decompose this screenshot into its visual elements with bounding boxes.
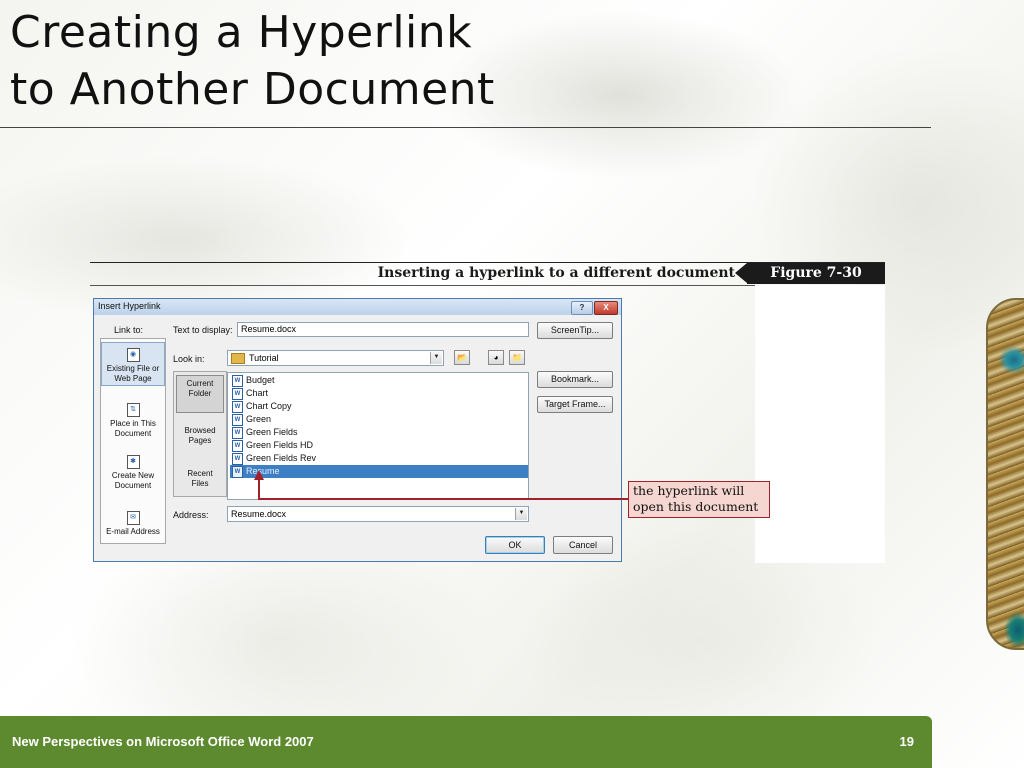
- title-divider: [0, 127, 931, 128]
- chevron-down-icon[interactable]: ▼: [515, 508, 527, 520]
- browse-web-button[interactable]: ◕: [488, 350, 504, 365]
- close-button[interactable]: X: [594, 301, 618, 315]
- link-to-email-address[interactable]: ✉ E-mail Address: [101, 511, 165, 541]
- figure-side-panel: [755, 285, 885, 563]
- browse-web-icon: ◕: [493, 353, 499, 362]
- current-folder-label-2: Folder: [188, 389, 212, 398]
- place-in-document-icon: ⇅: [126, 403, 140, 417]
- file-item-selected[interactable]: W Resume: [230, 465, 528, 478]
- address-combo[interactable]: Resume.docx ▼: [227, 506, 529, 522]
- footer-text: New Perspectives on Microsoft Office Wor…: [12, 734, 314, 749]
- look-in-combo[interactable]: Tutorial ▼: [227, 350, 444, 366]
- browse-file-icon: 📁: [512, 353, 522, 362]
- word-document-icon: W: [232, 440, 243, 452]
- file-item[interactable]: W Budget: [230, 374, 528, 387]
- file-list[interactable]: W Budget W Chart W Chart Copy W Green W Green…: [227, 372, 529, 500]
- address-value: Resume.docx: [231, 509, 287, 519]
- link-to-label: Link to:: [114, 325, 144, 335]
- look-in-browsed-pages[interactable]: Browsed Pages: [176, 426, 224, 452]
- figure-caption-bar: Inserting a hyperlink to a different doc…: [90, 263, 885, 284]
- file-name: Chart Copy: [246, 401, 292, 411]
- email-icon: ✉: [126, 511, 140, 525]
- new-document-icon: ✱: [126, 455, 140, 469]
- look-in-recent-files[interactable]: Recent Files: [176, 469, 224, 495]
- folder-icon: [231, 353, 245, 365]
- bookmark-button[interactable]: Bookmark...: [537, 371, 613, 388]
- current-folder-label-1: Current: [186, 379, 214, 388]
- file-name: Resume: [246, 466, 280, 476]
- figure-label: Figure 7-30: [735, 263, 885, 284]
- figure-caption: Inserting a hyperlink to a different doc…: [377, 265, 735, 281]
- file-name: Green Fields HD: [246, 440, 314, 450]
- slide-footer: New Perspectives on Microsoft Office Wor…: [0, 716, 932, 768]
- word-document-icon: W: [232, 375, 243, 387]
- peacock-feather-image: [986, 298, 1024, 650]
- link-to-place-label-1: Place in This: [110, 419, 156, 428]
- link-to-existing-file[interactable]: ◉ Existing File or Web Page: [101, 342, 165, 386]
- file-item[interactable]: W Green: [230, 413, 528, 426]
- slide-title: Creating a Hyperlink to Another Document: [10, 4, 495, 118]
- dialog-titlebar: Insert Hyperlink ? X: [94, 299, 621, 315]
- browsed-pages-label-2: Pages: [188, 436, 212, 445]
- ok-button[interactable]: OK: [485, 536, 545, 554]
- file-name: Budget: [246, 375, 275, 385]
- word-document-icon: W: [232, 453, 243, 465]
- recent-files-label-2: Files: [191, 479, 209, 488]
- screentip-button[interactable]: ScreenTip...: [537, 322, 613, 339]
- word-document-icon: W: [232, 466, 243, 478]
- dialog-title: Insert Hyperlink: [98, 301, 161, 311]
- file-item[interactable]: W Green Fields HD: [230, 439, 528, 452]
- file-item[interactable]: W Chart Copy: [230, 400, 528, 413]
- browse-file-button[interactable]: 📁: [509, 350, 525, 365]
- callout-line-1: the hyperlink will: [633, 483, 745, 498]
- file-item[interactable]: W Green Fields Rev: [230, 452, 528, 465]
- look-in-label: Look in:: [173, 354, 205, 364]
- look-in-current-folder[interactable]: Current Folder: [176, 375, 224, 413]
- link-to-create-label-1: Create New: [111, 471, 155, 480]
- link-to-bar: ◉ Existing File or Web Page ⇅ Place in T…: [100, 338, 166, 544]
- page-number: 19: [899, 734, 914, 749]
- link-to-create-new-document[interactable]: ✱ Create New Document: [101, 455, 165, 495]
- up-folder-button[interactable]: 📂: [454, 350, 470, 365]
- target-frame-button[interactable]: Target Frame...: [537, 396, 613, 413]
- link-to-place-label-2: Document: [114, 429, 152, 438]
- look-in-value: Tutorial: [249, 353, 279, 363]
- slide-title-line-2: to Another Document: [10, 64, 495, 115]
- look-in-bar: Current Folder Browsed Pages Recent File…: [173, 371, 227, 497]
- up-folder-icon: 📂: [457, 353, 467, 362]
- address-label: Address:: [173, 510, 209, 520]
- chevron-down-icon[interactable]: ▼: [430, 352, 442, 364]
- link-to-place-in-document[interactable]: ⇅ Place in This Document: [101, 403, 165, 443]
- existing-file-icon: ◉: [126, 348, 140, 362]
- word-document-icon: W: [232, 414, 243, 426]
- file-item[interactable]: W Chart: [230, 387, 528, 400]
- link-to-create-label-2: Document: [114, 481, 152, 490]
- link-to-existing-file-label-1: Existing File or: [106, 364, 160, 373]
- file-item[interactable]: W Green Fields: [230, 426, 528, 439]
- figure-bottom-rule: [90, 285, 755, 286]
- text-to-display-field[interactable]: Resume.docx: [237, 322, 529, 337]
- file-name: Chart: [246, 388, 269, 398]
- recent-files-label-1: Recent: [187, 469, 213, 478]
- slide-title-line-1: Creating a Hyperlink: [10, 7, 473, 58]
- file-name: Green Fields Rev: [246, 453, 317, 463]
- link-to-existing-file-label-2: Web Page: [114, 374, 152, 383]
- word-document-icon: W: [232, 427, 243, 439]
- callout-line-2: open this document: [633, 499, 759, 514]
- word-document-icon: W: [232, 388, 243, 400]
- file-name: Green Fields: [246, 427, 298, 437]
- text-to-display-label: Text to display:: [173, 325, 233, 335]
- insert-hyperlink-dialog: Insert Hyperlink ? X Link to: Text to di…: [93, 298, 622, 562]
- word-document-icon: W: [232, 401, 243, 413]
- callout-box: the hyperlink will open this document: [628, 481, 770, 518]
- cancel-button[interactable]: Cancel: [553, 536, 613, 554]
- file-name: Green: [246, 414, 272, 424]
- browsed-pages-label-1: Browsed: [184, 426, 216, 435]
- link-to-email-label: E-mail Address: [106, 527, 160, 536]
- help-button[interactable]: ?: [571, 301, 593, 315]
